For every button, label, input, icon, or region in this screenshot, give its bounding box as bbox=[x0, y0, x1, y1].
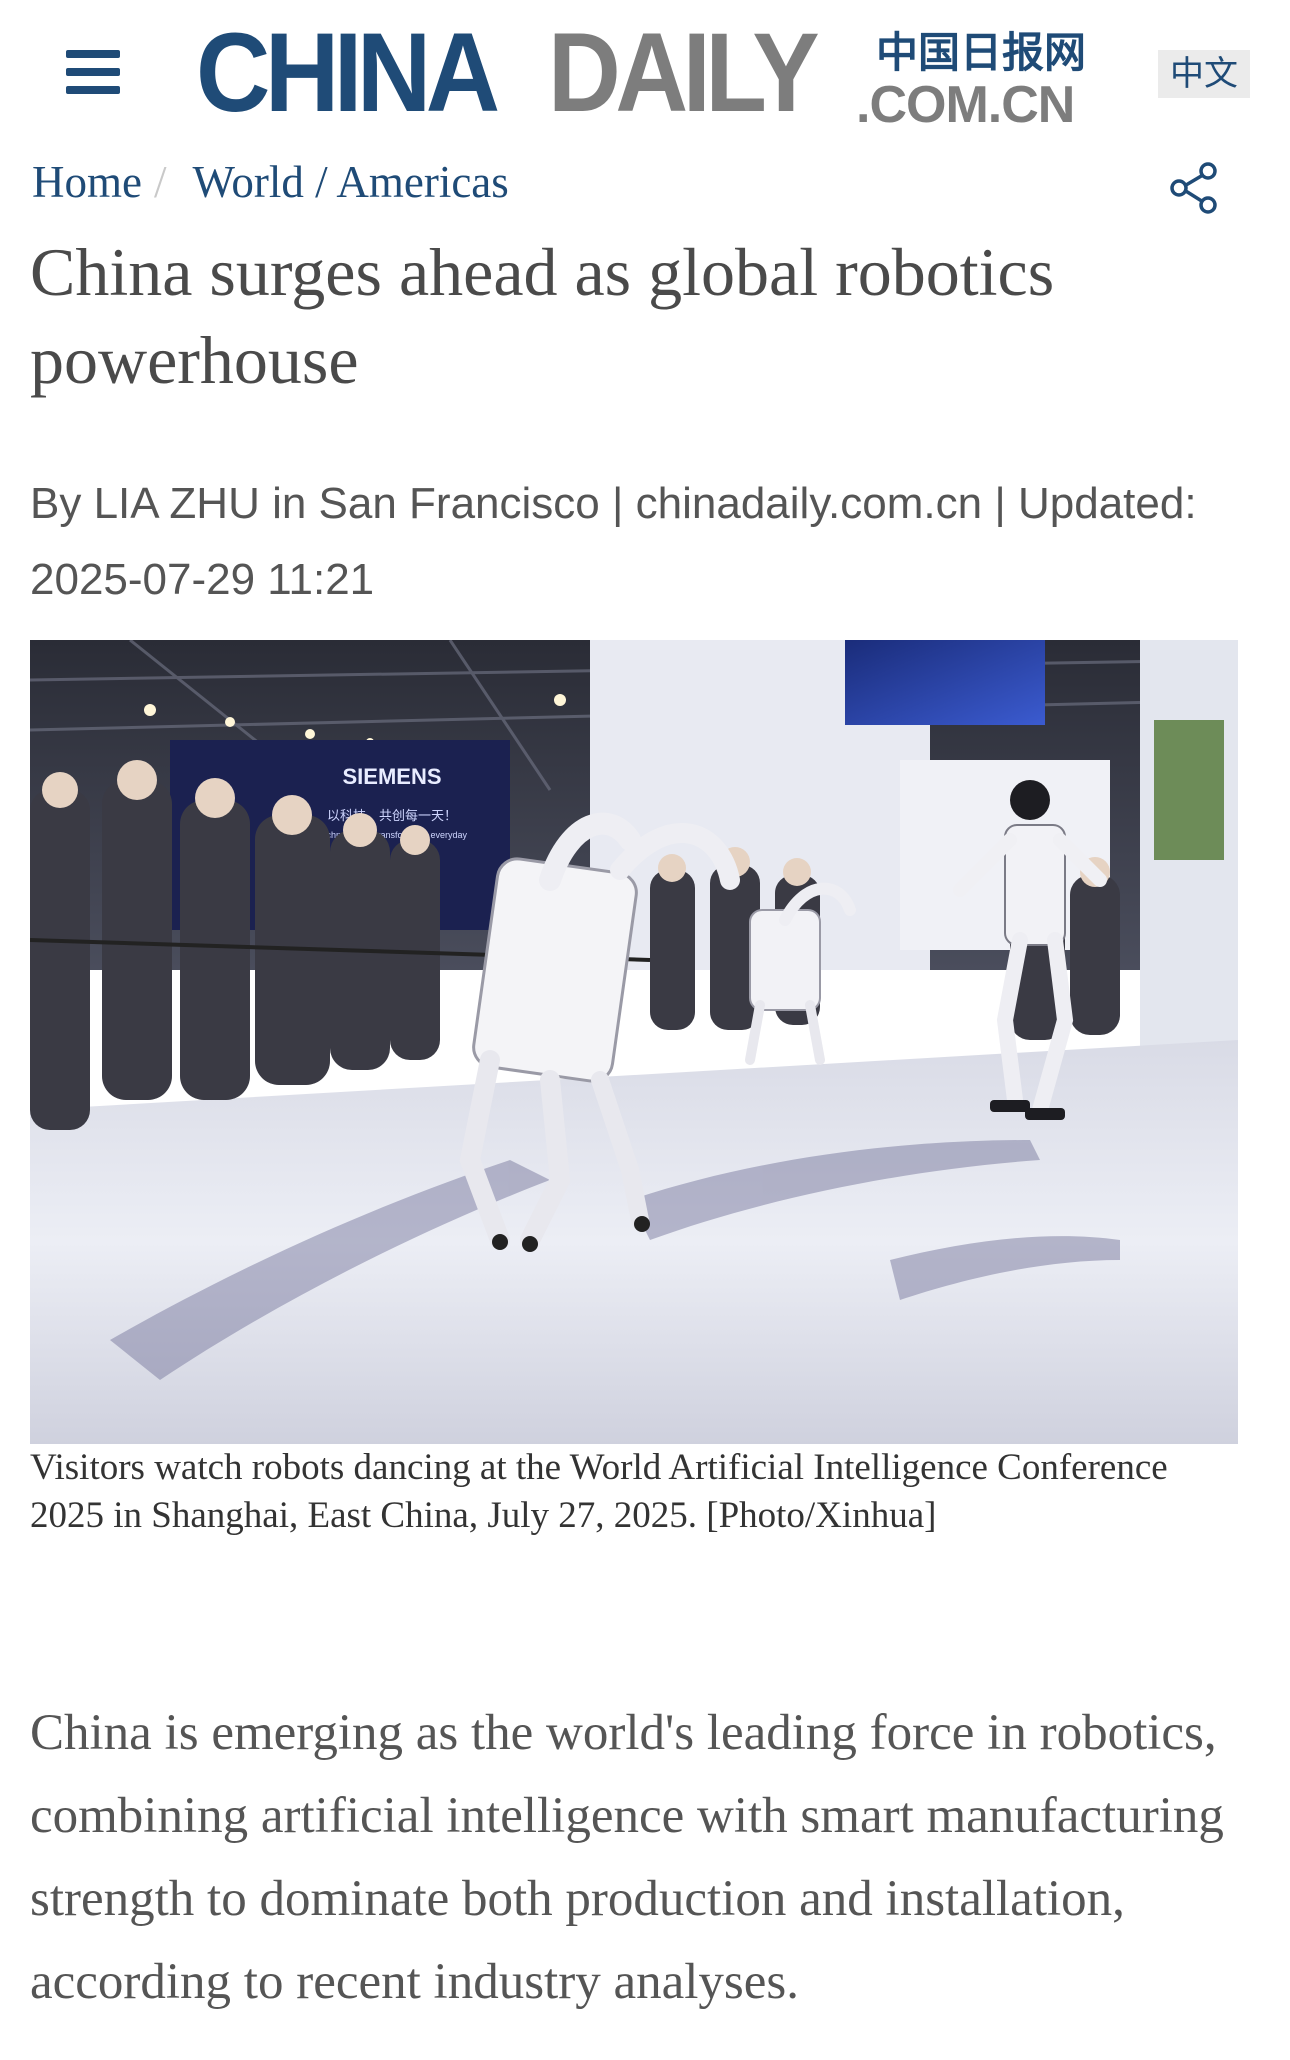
photo-caption: Visitors watch robots dancing at the Wor… bbox=[30, 1447, 1168, 1536]
breadcrumb-home-link[interactable]: Home bbox=[32, 157, 142, 207]
logo-china-text: CHINA bbox=[196, 10, 500, 135]
hamburger-menu-icon[interactable] bbox=[66, 48, 120, 96]
booth-sign-brand: SIEMENS bbox=[342, 764, 441, 789]
menu-bar bbox=[66, 68, 120, 76]
article-byline: By LIA ZHU in San Francisco | chinadaily… bbox=[30, 479, 1197, 604]
menu-bar bbox=[66, 50, 120, 58]
breadcrumb-separator: / bbox=[153, 157, 167, 207]
menu-bar bbox=[66, 86, 120, 94]
logo-domain-text: .COM.CN bbox=[856, 76, 1075, 134]
site-header: CHINA DAILY 中国日报网 .COM.CN 中文 bbox=[0, 0, 1290, 150]
logo-daily-text: DAILY bbox=[548, 10, 820, 135]
breadcrumb: Home / World / Americas bbox=[32, 154, 509, 210]
article-title: China surges ahead as global robotics po… bbox=[30, 234, 1055, 398]
logo-chinese-text: 中国日报网 bbox=[876, 28, 1087, 77]
language-switch-button[interactable]: 中文 bbox=[1158, 50, 1250, 98]
breadcrumb-section-link[interactable]: World / Americas bbox=[193, 157, 509, 207]
article-lead-paragraph: China is emerging as the world's leading… bbox=[30, 1705, 1224, 2010]
share-icon[interactable] bbox=[1166, 160, 1222, 216]
article-photo: SIEMENS 以科技，共创每一天！ Technology to transfo… bbox=[30, 640, 1238, 1444]
china-daily-logo[interactable]: CHINA DAILY 中国日报网 .COM.CN bbox=[196, 10, 1096, 135]
